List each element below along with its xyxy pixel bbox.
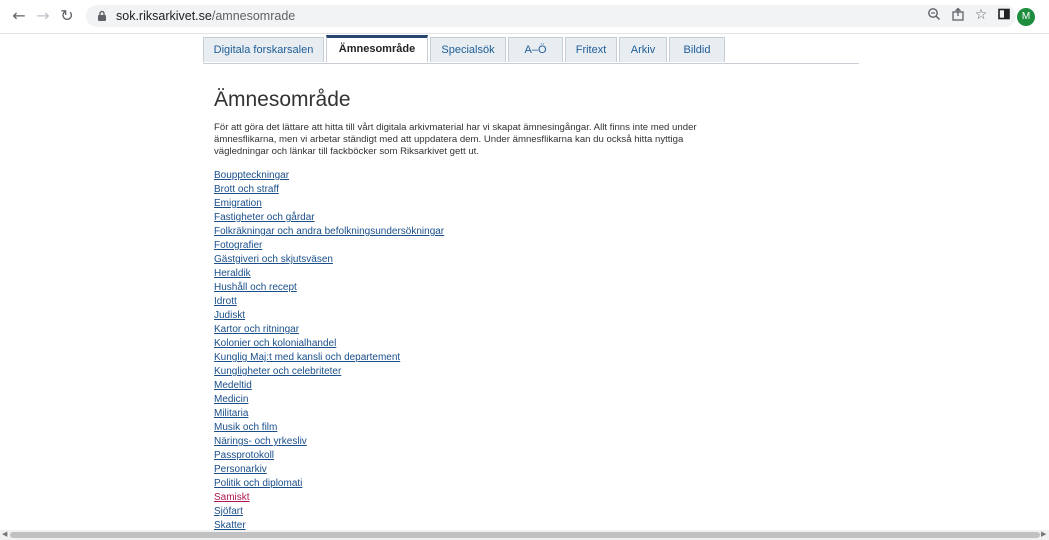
list-item: Heraldik	[214, 265, 444, 279]
topic-link[interactable]: Kolonier och kolonialhandel	[214, 338, 336, 349]
topic-link[interactable]: Emigration	[214, 198, 262, 209]
profile-avatar[interactable]: M	[1017, 8, 1035, 26]
url-host: sok.riksarkivet.se	[116, 9, 212, 23]
topic-link[interactable]: Folkräkningar och andra befolkningsunder…	[214, 226, 444, 237]
back-arrow-icon[interactable]: ←	[10, 7, 28, 25]
list-item: Hushåll och recept	[214, 279, 444, 293]
tab-fritext[interactable]: Fritext	[565, 37, 617, 62]
topic-link[interactable]: Politik och diplomati	[214, 478, 302, 489]
list-item: Musik och film	[214, 419, 444, 433]
url-text[interactable]: sok.riksarkivet.se/amnesomrade	[116, 9, 295, 23]
list-item: Militaria	[214, 405, 444, 419]
topic-link[interactable]: Personarkiv	[214, 464, 267, 475]
topic-link[interactable]: Militaria	[214, 408, 248, 419]
topic-link[interactable]: Kungligheter och celebriteter	[214, 366, 341, 377]
topic-link[interactable]: Musik och film	[214, 422, 277, 433]
list-item: Passprotokoll	[214, 447, 444, 461]
tab-amnesomrade[interactable]: Ämnesområde	[326, 35, 428, 62]
list-item: Fotografier	[214, 237, 444, 251]
topic-link[interactable]: Närings- och yrkesliv	[214, 436, 307, 447]
list-item: Sjöfart	[214, 503, 444, 517]
list-item: Skatter	[214, 517, 444, 531]
list-item: Kunglig Maj:t med kansli och departement	[214, 349, 444, 363]
topic-link[interactable]: Samiskt	[214, 492, 250, 503]
scroll-right-arrow-icon[interactable]: ▶	[1041, 530, 1046, 540]
list-item: Folkräkningar och andra befolkningsunder…	[214, 223, 444, 237]
list-item: Politik och diplomati	[214, 475, 444, 489]
list-item: Personarkiv	[214, 461, 444, 475]
topic-link[interactable]: Kunglig Maj:t med kansli och departement	[214, 352, 400, 363]
address-bar[interactable]: sok.riksarkivet.se/amnesomrade	[86, 5, 1016, 27]
tab-arkiv[interactable]: Arkiv	[619, 37, 667, 62]
list-item: Medicin	[214, 391, 444, 405]
tab-a-o[interactable]: A–Ö	[508, 37, 563, 62]
list-item: Kartor och ritningar	[214, 321, 444, 335]
topic-link[interactable]: Gästgiveri och skjutsväsen	[214, 254, 333, 265]
list-item: Fastigheter och gårdar	[214, 209, 444, 223]
list-item: Samiskt	[214, 489, 444, 503]
topic-link[interactable]: Heraldik	[214, 268, 251, 279]
topic-link[interactable]: Medeltid	[214, 380, 252, 391]
list-item: Medeltid	[214, 377, 444, 391]
horizontal-scrollbar[interactable]: ◀ ▶	[0, 530, 1049, 540]
list-item: Kungligheter och celebriteter	[214, 363, 444, 377]
bookmark-star-icon[interactable]: ☆	[972, 6, 990, 24]
topic-link[interactable]: Fastigheter och gårdar	[214, 212, 315, 223]
topic-link[interactable]: Fotografier	[214, 240, 262, 251]
url-path: /amnesomrade	[211, 9, 296, 23]
tab-digitala-forskarsalen[interactable]: Digitala forskarsalen	[203, 37, 324, 62]
browser-toolbar: ← → ↻ sok.riksarkivet.se/amnesomrade ☆ M	[0, 0, 1049, 34]
topic-link[interactable]: Hushåll och recept	[214, 282, 297, 293]
list-item: Gästgiveri och skjutsväsen	[214, 251, 444, 265]
topic-link[interactable]: Passprotokoll	[214, 450, 274, 461]
side-panel-icon[interactable]	[995, 7, 1013, 25]
intro-text: För att göra det lättare att hitta till …	[214, 122, 697, 157]
forward-arrow-icon[interactable]: →	[34, 7, 52, 25]
topic-link[interactable]: Bouppteckningar	[214, 170, 289, 181]
list-item: Emigration	[214, 195, 444, 209]
list-item: Idrott	[214, 293, 444, 307]
topic-link[interactable]: Idrott	[214, 296, 237, 307]
scroll-left-arrow-icon[interactable]: ◀	[2, 530, 7, 540]
topic-link[interactable]: Medicin	[214, 394, 248, 405]
list-item: Brott och straff	[214, 181, 444, 195]
scrollbar-thumb[interactable]	[10, 532, 1040, 538]
topic-link-list: Bouppteckningar Brott och straff Emigratio…	[214, 167, 444, 531]
topic-link[interactable]: Judiskt	[214, 310, 245, 321]
list-item: Bouppteckningar	[214, 167, 444, 181]
lock-icon[interactable]	[96, 10, 108, 22]
section-tabs: Digitala forskarsalen Ämnesområde Specia…	[203, 35, 859, 64]
page-title: Ämnesområde	[214, 88, 351, 111]
list-item: Kolonier och kolonialhandel	[214, 335, 444, 349]
list-item: Närings- och yrkesliv	[214, 433, 444, 447]
tab-bildid[interactable]: Bildid	[669, 37, 725, 62]
topic-link[interactable]: Kartor och ritningar	[214, 324, 299, 335]
tab-specialsok[interactable]: Specialsök	[430, 37, 506, 62]
topic-link[interactable]: Brott och straff	[214, 184, 279, 195]
zoom-icon[interactable]	[925, 7, 943, 25]
reload-icon[interactable]: ↻	[58, 7, 76, 25]
share-icon[interactable]	[949, 7, 967, 25]
list-item: Judiskt	[214, 307, 444, 321]
topic-link[interactable]: Sjöfart	[214, 506, 243, 517]
